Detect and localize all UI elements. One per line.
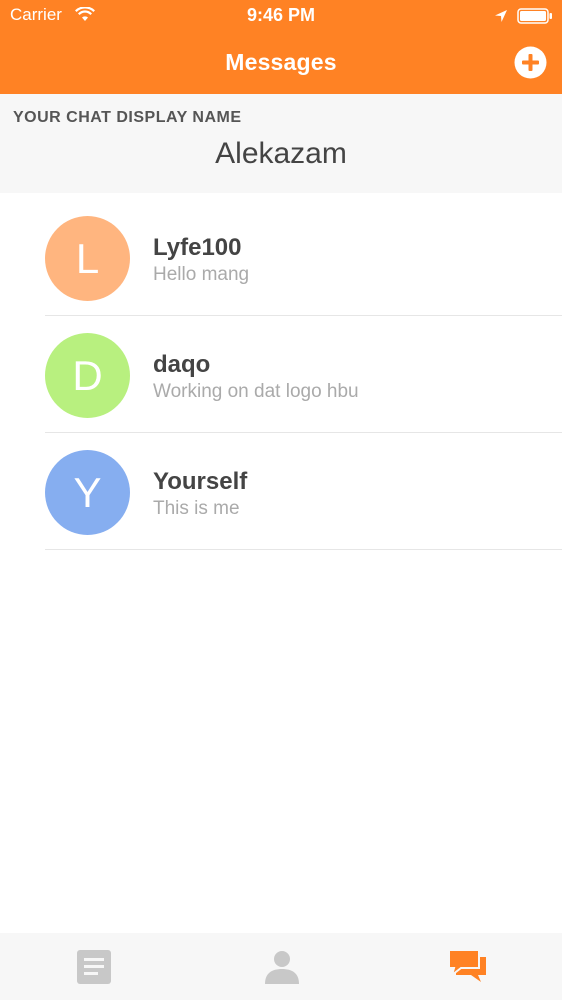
plus-circle-icon <box>514 46 547 79</box>
location-arrow-icon <box>494 9 508 28</box>
avatar: D <box>45 333 130 418</box>
header: Carrier 9:46 PM Messages <box>0 0 562 94</box>
status-time: 9:46 PM <box>246 5 316 25</box>
chat-row-lyfe100[interactable]: L Lyfe100 Hello mang <box>0 199 562 316</box>
tab-bar <box>0 933 562 1000</box>
tab-profile[interactable] <box>187 933 374 1000</box>
chat-name: Yourself <box>153 468 248 495</box>
display-name-label: YOUR CHAT DISPLAY NAME <box>13 109 242 126</box>
chat-name: daqo <box>153 351 211 378</box>
chat-list: L Lyfe100 Hello mang D daqo Working on d… <box>0 199 562 550</box>
person-icon <box>265 951 299 984</box>
avatar: L <box>45 216 130 301</box>
chat-preview: Hello mang <box>153 264 250 285</box>
tab-messages[interactable] <box>374 933 561 1000</box>
document-icon <box>77 950 111 984</box>
page-title: Messages <box>225 49 337 75</box>
status-bar: Carrier 9:46 PM <box>0 0 562 34</box>
row-divider <box>45 549 562 550</box>
tab-feed[interactable] <box>0 933 187 1000</box>
chat-row-daqo[interactable]: D daqo Working on dat logo hbu <box>0 316 562 433</box>
avatar: Y <box>45 450 130 535</box>
chat-preview: This is me <box>153 498 240 519</box>
display-name-input[interactable] <box>0 137 562 171</box>
chat-name: Lyfe100 <box>153 234 242 261</box>
chat-preview: Working on dat logo hbu <box>153 381 359 402</box>
display-name-section: YOUR CHAT DISPLAY NAME <box>0 94 562 193</box>
chat-bubbles-icon <box>448 949 486 982</box>
chat-row-yourself[interactable]: Y Yourself This is me <box>0 433 562 550</box>
battery-icon <box>517 8 553 29</box>
new-chat-button[interactable] <box>514 46 547 79</box>
